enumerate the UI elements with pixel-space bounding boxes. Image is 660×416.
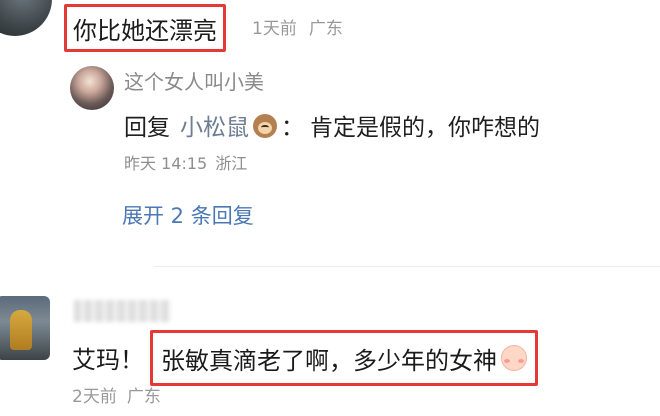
comment-time-bottom: 2天前 xyxy=(72,387,117,407)
comment-text: 你比她还漂亮 xyxy=(73,16,217,45)
reply-to-user[interactable]: 小松鼠 xyxy=(180,115,249,141)
reply-message: 肯定是假的，你咋想的 xyxy=(310,115,540,141)
comment-location: 广东 xyxy=(308,19,343,39)
divider xyxy=(154,266,660,267)
comment-meta-bottom: 2天前 广东 xyxy=(72,382,161,407)
expand-replies-link[interactable]: 展开 2 条回复 xyxy=(122,200,254,230)
reply-avatar[interactable] xyxy=(70,66,114,110)
reply-username[interactable]: 这个女人叫小美 xyxy=(124,66,264,95)
reply-location: 浙江 xyxy=(215,154,248,173)
comment-prefix: 艾玛！ xyxy=(72,346,144,374)
reply-meta: 昨天 14:15 浙江 xyxy=(124,150,247,174)
comment-meta: 1天前 广东 xyxy=(252,14,343,39)
blurred-username xyxy=(74,300,170,322)
reply-time: 昨天 14:15 xyxy=(124,154,208,173)
reply-label: 回复 xyxy=(124,115,170,141)
commenter-avatar[interactable] xyxy=(0,0,52,36)
blush-emoji-icon xyxy=(501,345,527,371)
comment-location-bottom: 广东 xyxy=(126,387,161,407)
commenter-avatar-bottom[interactable] xyxy=(0,296,50,360)
statue-image xyxy=(10,310,32,350)
reply-colon: ： xyxy=(281,115,304,141)
comment-text-bottom: 张敏真滴老了啊，多少年的女神 xyxy=(161,346,497,375)
comment-time: 1天前 xyxy=(252,19,297,39)
comment-text-highlighted-bottom: 张敏真滴老了啊，多少年的女神 xyxy=(150,330,538,386)
reply-content: 回复 小松鼠 ：肯定是假的，你咋想的 xyxy=(124,108,540,142)
comment-text-highlighted: 你比她还漂亮 xyxy=(64,4,226,52)
monkey-emoji-icon xyxy=(253,114,277,138)
